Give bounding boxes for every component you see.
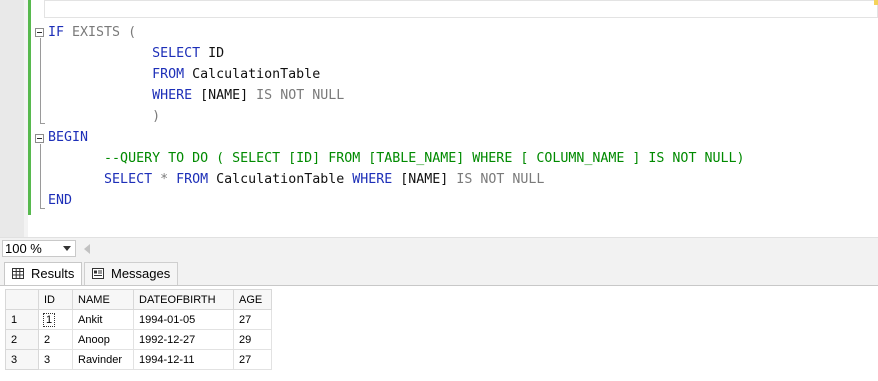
grid-header-row: ID NAME DATEOFBIRTH AGE bbox=[5, 289, 272, 310]
cell-name[interactable]: Anoop bbox=[72, 329, 134, 350]
code-token: IS NOT NULL bbox=[456, 172, 545, 187]
cell-id-value: 1 bbox=[42, 312, 56, 327]
grid-icon bbox=[12, 268, 24, 279]
results-grid-pane: ID NAME DATEOFBIRTH AGE 1 1 Ankit 1994-0… bbox=[0, 285, 878, 381]
table-row[interactable]: 1 1 Ankit 1994-01-05 27 bbox=[5, 309, 272, 330]
zoom-value: 100 % bbox=[5, 241, 42, 256]
cell-age[interactable]: 29 bbox=[233, 329, 272, 350]
code-token: IF bbox=[48, 25, 73, 40]
code-token: WHERE bbox=[152, 88, 201, 103]
unsaved-change-marker bbox=[874, 0, 878, 5]
chevron-down-icon[interactable] bbox=[63, 246, 71, 251]
code-token: FROM bbox=[152, 67, 193, 82]
code-token: CalculationTable bbox=[216, 172, 353, 187]
collapse-if-block-icon[interactable] bbox=[35, 28, 44, 37]
code-token: * bbox=[160, 172, 177, 187]
code-line[interactable]: --QUERY TO DO ( SELECT [ID] FROM [TABLE_… bbox=[48, 148, 744, 169]
code-line[interactable]: FROM CalculationTable bbox=[48, 64, 320, 85]
results-tab-strip: Results Messages bbox=[0, 259, 878, 285]
code-token: IS NOT NULL bbox=[256, 88, 345, 103]
tab-messages-label: Messages bbox=[111, 266, 171, 281]
code-token: FROM bbox=[176, 172, 217, 187]
code-token: SELECT bbox=[104, 172, 161, 187]
code-line[interactable]: END bbox=[48, 190, 72, 211]
code-token: CalculationTable bbox=[192, 67, 321, 82]
messages-icon bbox=[92, 268, 104, 279]
cell-age[interactable]: 27 bbox=[233, 349, 272, 370]
code-token: ) bbox=[152, 109, 161, 124]
column-header-name[interactable]: NAME bbox=[72, 289, 134, 310]
outline-guide bbox=[40, 144, 41, 208]
zoom-dropdown[interactable]: 100 % bbox=[2, 240, 76, 257]
outline-guide-end bbox=[40, 208, 45, 209]
cell-dateofbirth[interactable]: 1994-01-05 bbox=[133, 309, 234, 330]
row-number[interactable]: 3 bbox=[5, 349, 39, 370]
code-line[interactable]: SELECT ID bbox=[48, 43, 224, 64]
results-grid[interactable]: ID NAME DATEOFBIRTH AGE 1 1 Ankit 1994-0… bbox=[5, 289, 272, 370]
sql-editor[interactable]: IF EXISTS ( SELECT ID FROM CalculationTa… bbox=[0, 0, 878, 237]
row-number[interactable]: 2 bbox=[5, 329, 39, 350]
tab-results[interactable]: Results bbox=[4, 262, 82, 285]
outline-guide bbox=[40, 38, 41, 123]
column-header-age[interactable]: AGE bbox=[233, 289, 272, 310]
code-token: [NAME] bbox=[400, 172, 457, 187]
cell-id[interactable]: 2 bbox=[38, 329, 73, 350]
current-line-highlight bbox=[44, 0, 878, 18]
code-token: [NAME] bbox=[200, 88, 257, 103]
scroll-left-arrow-icon[interactable] bbox=[84, 244, 90, 254]
code-line[interactable]: IF EXISTS ( bbox=[48, 22, 136, 43]
cell-id[interactable]: 3 bbox=[38, 349, 73, 370]
table-row[interactable]: 2 2 Anoop 1992-12-27 29 bbox=[5, 329, 272, 350]
row-number-header[interactable] bbox=[5, 289, 39, 310]
cell-age[interactable]: 27 bbox=[233, 309, 272, 330]
collapse-begin-block-icon[interactable] bbox=[35, 134, 44, 143]
code-line[interactable]: ) bbox=[48, 106, 160, 127]
code-line[interactable]: BEGIN bbox=[48, 127, 88, 148]
code-token: END bbox=[48, 193, 73, 208]
outline-guide-end bbox=[40, 123, 45, 124]
cell-name[interactable]: Ravinder bbox=[72, 349, 134, 370]
column-header-dateofbirth[interactable]: DATEOFBIRTH bbox=[133, 289, 234, 310]
code-token: BEGIN bbox=[48, 130, 89, 145]
cell-dateofbirth[interactable]: 1994-12-11 bbox=[133, 349, 234, 370]
change-tracking-bar bbox=[28, 0, 31, 215]
code-line[interactable]: SELECT * FROM CalculationTable WHERE [NA… bbox=[48, 169, 544, 190]
editor-margin bbox=[0, 0, 24, 237]
cell-name[interactable]: Ankit bbox=[72, 309, 134, 330]
code-token: EXISTS ( bbox=[72, 25, 137, 40]
tab-messages[interactable]: Messages bbox=[84, 262, 178, 285]
code-token: SELECT bbox=[152, 46, 209, 61]
table-row[interactable]: 3 3 Ravinder 1994-12-11 27 bbox=[5, 349, 272, 370]
code-token: ID bbox=[208, 46, 225, 61]
cell-id[interactable]: 1 bbox=[38, 309, 73, 330]
column-header-id[interactable]: ID bbox=[38, 289, 73, 310]
cell-dateofbirth[interactable]: 1992-12-27 bbox=[133, 329, 234, 350]
code-line[interactable]: WHERE [NAME] IS NOT NULL bbox=[48, 85, 344, 106]
tab-results-label: Results bbox=[31, 266, 75, 281]
code-token: --QUERY TO DO ( SELECT [ID] FROM [TABLE_… bbox=[104, 151, 745, 166]
row-number[interactable]: 1 bbox=[5, 309, 39, 330]
code-token: WHERE bbox=[352, 172, 401, 187]
zoom-bar: 100 % bbox=[0, 237, 878, 259]
